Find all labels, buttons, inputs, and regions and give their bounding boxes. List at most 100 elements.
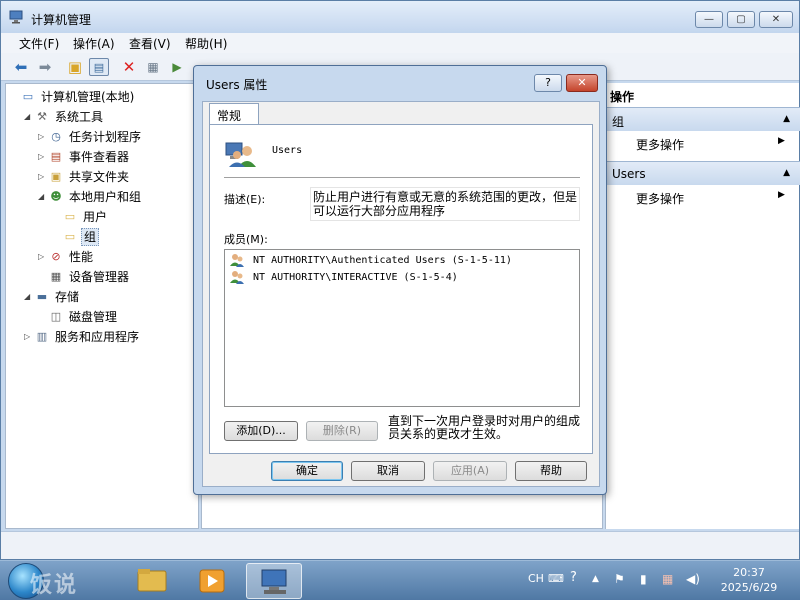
users-properties-dialog: Users 属性 ? ✕ 常规 Users 描述(E): 防止用户进行有意或无意… xyxy=(193,65,607,495)
menu-view[interactable]: 查看(V) xyxy=(129,35,171,52)
maximize-button[interactable]: ▢ xyxy=(727,11,755,28)
input-language[interactable]: CH xyxy=(528,572,544,585)
tree-item[interactable]: ▷ ▤ 事件查看器 xyxy=(38,148,131,166)
tree-item[interactable]: ◫ 磁盘管理 xyxy=(38,308,119,326)
collapsed-icon[interactable]: ▷ xyxy=(38,252,48,261)
more-actions-item[interactable]: 更多操作 ▶ xyxy=(636,190,785,207)
volume-icon[interactable]: ◀) xyxy=(686,572,700,586)
submenu-arrow-icon: ▶ xyxy=(778,136,785,146)
actions-section-title: 组 xyxy=(612,115,625,129)
expanded-icon[interactable]: ◢ xyxy=(24,112,34,121)
up-folder-icon[interactable]: ▣ xyxy=(65,58,85,76)
network-icon[interactable]: ▦ xyxy=(662,572,673,586)
tree-item[interactable]: ▭ 组 xyxy=(52,228,100,246)
actions-section-group[interactable]: 组 ▲ xyxy=(606,107,800,131)
tree-item[interactable]: ◢ ⚒ 系统工具 xyxy=(24,108,105,126)
system-tools-icon: ⚒ xyxy=(37,109,47,123)
submenu-arrow-icon: ▶ xyxy=(778,190,785,200)
tree-item[interactable]: ▭ 用户 xyxy=(52,208,109,226)
tree-item-label: 服务和应用程序 xyxy=(55,330,140,344)
group-name: Users xyxy=(272,145,303,156)
clock[interactable]: 20:37 2025/6/29 xyxy=(712,565,786,595)
minimize-button[interactable]: — xyxy=(695,11,723,28)
taskbar-media-player[interactable] xyxy=(184,563,240,599)
taskbar-explorer[interactable] xyxy=(124,563,180,599)
members-list[interactable]: NT AUTHORITY\Authenticated Users (S-1-5-… xyxy=(224,249,580,407)
taskbar-computer-management[interactable] xyxy=(246,563,302,599)
membership-note: 直到下一次用户登录时对用户的组成员关系的更改才生效。 xyxy=(388,414,581,441)
ok-button[interactable]: 确定 xyxy=(271,461,343,481)
user-group-icon xyxy=(225,142,256,167)
collapsed-icon[interactable]: ▷ xyxy=(38,152,48,161)
tree-item-label: 磁盘管理 xyxy=(69,310,118,324)
close-button[interactable]: ✕ xyxy=(759,11,793,28)
computer-management-icon: ▭ xyxy=(22,89,34,103)
more-actions-item[interactable]: 更多操作 ▶ xyxy=(636,136,785,153)
dialog-close-button[interactable]: ✕ xyxy=(566,74,598,92)
folder-icon: ▭ xyxy=(64,209,76,223)
tree-item[interactable]: ▦ 设备管理器 xyxy=(38,268,131,286)
keyboard-icon[interactable]: ⌨ xyxy=(548,572,564,585)
separator xyxy=(224,177,580,178)
collapse-up-icon[interactable]: ▲ xyxy=(783,114,790,124)
apply-button[interactable]: 应用(A) xyxy=(433,461,507,481)
tree-item[interactable]: ◢ ☻ 本地用户和组 xyxy=(38,188,143,206)
actions-section-title: Users xyxy=(612,167,646,181)
tree-item[interactable]: ▷ ▣ 共享文件夹 xyxy=(38,168,131,186)
collapse-up-icon[interactable]: ▲ xyxy=(783,168,790,178)
actions-section-users[interactable]: Users ▲ xyxy=(606,161,800,185)
clock-icon: ◷ xyxy=(51,129,61,143)
folder-icon xyxy=(137,569,167,592)
collapsed-icon[interactable]: ▷ xyxy=(24,332,34,341)
expanded-icon[interactable]: ◢ xyxy=(38,192,48,201)
add-button[interactable]: 添加(D)... xyxy=(224,421,298,441)
tree-item[interactable]: ▷ ▥ 服务和应用程序 xyxy=(24,328,141,346)
tree-item-label: 存储 xyxy=(55,290,80,304)
dialog-body: 常规 Users 描述(E): 防止用户进行有意或无意的系统范围的更改，但是可以… xyxy=(202,101,600,487)
title-bar[interactable]: 计算机管理 — ▢ ✕ xyxy=(1,1,799,33)
status-bar xyxy=(1,531,799,559)
tree-item-label: 性能 xyxy=(69,250,94,264)
computer-management-icon xyxy=(9,10,23,24)
dialog-help-button[interactable]: ? xyxy=(534,74,562,92)
delete-icon[interactable]: ✕ xyxy=(119,58,139,76)
show-hide-tree-icon[interactable]: ▤ xyxy=(89,58,109,76)
shared-folder-icon: ▣ xyxy=(50,169,62,183)
tree-item[interactable]: ▷ ◷ 任务计划程序 xyxy=(38,128,143,146)
storage-icon: ▬ xyxy=(36,289,48,303)
tree-item[interactable]: ◢ ▬ 存储 xyxy=(24,288,81,306)
tree-item[interactable]: ▭ 计算机管理(本地) xyxy=(10,88,136,106)
clock-time: 20:37 xyxy=(733,566,765,579)
tree-item-label: 用户 xyxy=(83,210,108,224)
tree-item[interactable]: ▷ ⊘ 性能 xyxy=(38,248,95,266)
collapsed-icon[interactable]: ▷ xyxy=(38,172,48,181)
tab-general[interactable]: 常规 xyxy=(209,103,259,125)
general-tab-panel: Users 描述(E): 防止用户进行有意或无意的系统范围的更改，但是可以运行大… xyxy=(209,124,593,454)
help-button[interactable]: 帮助 xyxy=(515,461,587,481)
battery-icon[interactable]: ▮ xyxy=(640,572,647,586)
tree-item-label: 设备管理器 xyxy=(69,270,130,284)
services-icon: ▥ xyxy=(36,329,48,343)
description-field[interactable]: 防止用户进行有意或无意的系统范围的更改，但是可以运行大部分应用程序 xyxy=(310,187,580,221)
back-arrow-icon[interactable]: ⬅ xyxy=(11,58,31,76)
description-label: 描述(E): xyxy=(224,193,266,206)
cancel-button[interactable]: 取消 xyxy=(351,461,425,481)
tree-item-label: 任务计划程序 xyxy=(69,130,142,144)
help-icon[interactable]: ? xyxy=(570,570,577,585)
event-viewer-icon: ▤ xyxy=(50,149,62,163)
list-item[interactable]: NT AUTHORITY\Authenticated Users (S-1-5-… xyxy=(229,253,512,269)
device-manager-icon: ▦ xyxy=(50,269,62,283)
properties-icon[interactable]: ▦ xyxy=(143,58,163,76)
menu-help[interactable]: 帮助(H) xyxy=(185,35,227,52)
tray-expand-icon[interactable]: ▲ xyxy=(592,574,599,584)
export-icon[interactable]: ▶ xyxy=(167,58,187,76)
expanded-icon[interactable]: ◢ xyxy=(24,292,34,301)
collapsed-icon[interactable]: ▷ xyxy=(38,132,48,141)
remove-button[interactable]: 删除(R) xyxy=(306,421,378,441)
list-item[interactable]: NT AUTHORITY\INTERACTIVE (S-1-5-4) xyxy=(229,270,458,286)
menu-action[interactable]: 操作(A) xyxy=(73,35,115,52)
forward-arrow-icon[interactable]: ➡ xyxy=(35,58,55,76)
menu-file[interactable]: 文件(F) xyxy=(19,35,59,52)
action-center-flag-icon[interactable]: ⚑ xyxy=(614,572,625,586)
clock-date: 2025/6/29 xyxy=(720,581,778,594)
